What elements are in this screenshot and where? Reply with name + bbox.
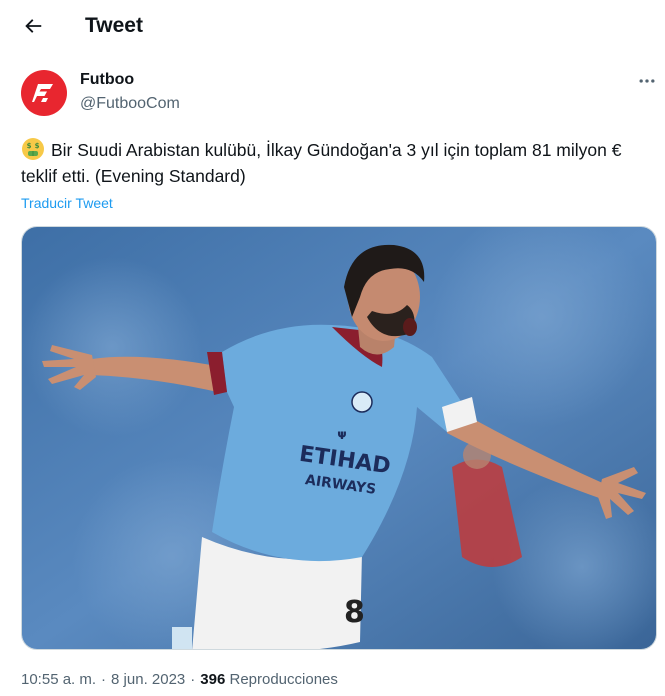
tweet-header: Tweet [0, 0, 665, 53]
futboo-logo-icon [32, 84, 53, 102]
more-options-button[interactable] [632, 68, 662, 94]
shorts-number: 8 [344, 595, 365, 630]
views-label: Reproducciones [229, 671, 338, 688]
svg-text:$: $ [27, 142, 32, 150]
page-title: Tweet [85, 14, 143, 37]
translate-tweet-link[interactable]: Traducir Tweet [21, 195, 113, 211]
svg-text:ᴪ: ᴪ [337, 428, 347, 443]
svg-text:$: $ [35, 142, 40, 150]
tweet-text: $ $ Bir Suudi Arabistan kulübü, İlkay Gü… [21, 137, 631, 189]
tweet-time[interactable]: 10:55 a. m. [21, 671, 96, 688]
views-count[interactable]: 396 [200, 671, 225, 688]
player-photo: 8 ᴪ ETIHAD AIRWAYS [22, 227, 656, 649]
author-handle[interactable]: @FutbooCom [80, 95, 180, 113]
arrow-left-icon [25, 19, 42, 33]
tweet-media-image[interactable]: 8 ᴪ ETIHAD AIRWAYS [21, 226, 657, 650]
author-display-name[interactable]: Futboo [80, 71, 134, 89]
money-mouth-face-icon: $ $ [22, 138, 44, 160]
tweet-meta: 10:55 a. m. · 8 jun. 2023 · 396 Reproduccion… [21, 671, 338, 688]
meta-separator: · [101, 671, 107, 688]
meta-separator-2: · [190, 671, 196, 688]
back-button[interactable] [16, 9, 50, 43]
tweet-date[interactable]: 8 jun. 2023 [111, 671, 185, 688]
avatar[interactable] [21, 70, 67, 116]
more-horizontal-icon [639, 79, 655, 83]
tweet-body: Bir Suudi Arabistan kulübü, İlkay Gündoğ… [21, 140, 622, 186]
